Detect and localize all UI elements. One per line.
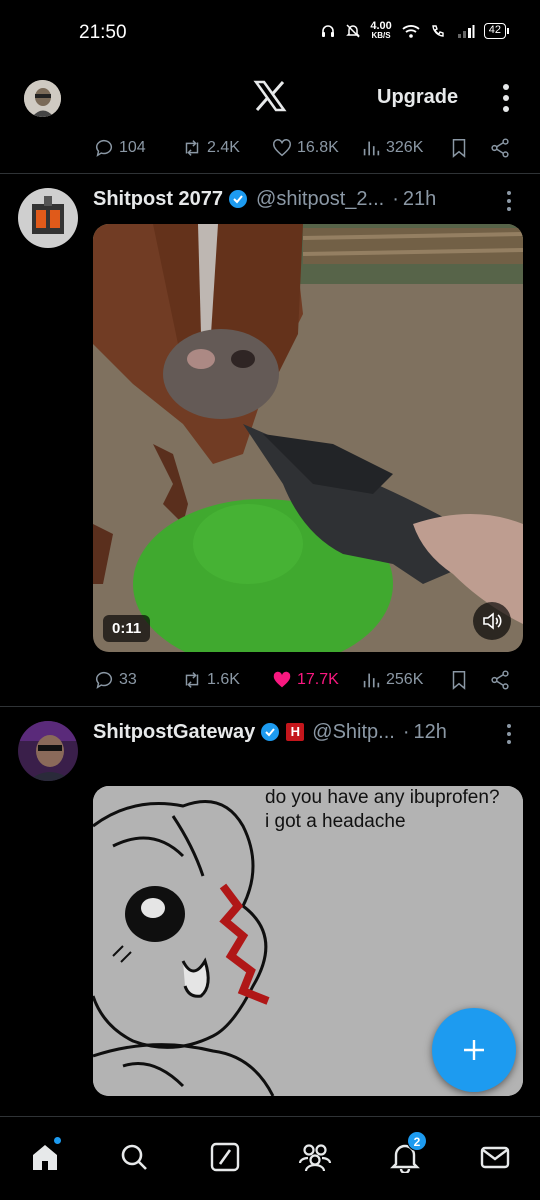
views-icon — [363, 141, 380, 156]
status-time: 21:50 — [79, 22, 127, 43]
repost-icon — [185, 672, 199, 688]
status-icons: 4.00 KB/S 42 — [320, 20, 510, 41]
profile-avatar[interactable] — [24, 80, 61, 117]
bookmark-icon — [452, 671, 466, 690]
tweet-more-icon[interactable] — [504, 723, 514, 745]
speaker-icon — [483, 612, 502, 630]
tweet-actions: 33 1.6K 17.7K 256K — [93, 666, 523, 694]
reply-count: 104 — [119, 139, 146, 156]
tweet-author-avatar[interactable] — [18, 188, 78, 248]
wifi-call-icon — [431, 25, 444, 37]
notifications-badge: 2 — [407, 1131, 427, 1151]
battery-indicator: 42 — [483, 23, 510, 39]
bell-off-icon — [346, 24, 361, 38]
author-display-name[interactable]: Shitpost 2077 — [93, 188, 223, 211]
views-count: 256K — [386, 671, 424, 688]
reply-button[interactable]: 104 — [93, 137, 146, 159]
views-icon — [363, 673, 380, 688]
wifi-icon — [402, 25, 420, 38]
mail-icon — [480, 1146, 510, 1169]
signal-icon — [457, 25, 475, 38]
headset-icon — [322, 25, 335, 37]
x-logo-icon[interactable] — [252, 78, 288, 114]
share-button[interactable] — [489, 137, 511, 159]
bottom-navigation: 2 — [0, 1116, 540, 1200]
repost-icon — [185, 140, 199, 156]
affiliate-badge[interactable]: H — [286, 723, 305, 741]
grok-icon — [210, 1142, 240, 1172]
nav-communities[interactable] — [297, 1139, 333, 1175]
repost-count: 1.6K — [207, 671, 240, 688]
repost-count: 2.4K — [207, 139, 240, 156]
tweet-more-icon[interactable] — [504, 190, 514, 212]
previous-tweet-actions: 104 2.4K 16.8K 326K — [93, 134, 523, 162]
like-button[interactable]: 17.7K — [271, 669, 339, 691]
nav-grok[interactable] — [207, 1139, 243, 1175]
repost-button[interactable]: 2.4K — [181, 137, 240, 159]
author-avatar-image — [18, 188, 78, 248]
author-avatar-image — [18, 721, 78, 781]
home-icon — [33, 1145, 57, 1170]
share-icon — [491, 138, 509, 158]
volume-button[interactable] — [473, 602, 511, 640]
share-button[interactable] — [489, 669, 511, 691]
author-display-name[interactable]: ShitpostGateway — [93, 721, 255, 744]
views-count: 326K — [386, 139, 424, 156]
tweet-header: Shitpost 2077 @shitpost_2... · 21h — [93, 185, 436, 213]
nav-notifications[interactable]: 2 — [387, 1131, 427, 1175]
network-speed-unit: KB/S — [371, 31, 391, 40]
reply-icon — [95, 671, 112, 689]
tweet-time[interactable]: 21h — [403, 188, 436, 211]
reply-icon — [95, 139, 112, 157]
video-duration: 0:11 — [103, 615, 151, 642]
upgrade-button[interactable]: Upgrade — [377, 86, 458, 109]
verified-badge-icon — [229, 190, 248, 208]
meme-caption-line2: i got a headache — [265, 811, 406, 832]
author-handle[interactable]: @shitpost_2... — [256, 188, 384, 211]
network-speed: 4.00 KB/S — [370, 20, 392, 41]
tweet-header: ShitpostGateway H @Shitp... · 12h — [93, 718, 447, 746]
meme-caption-line1: do you have any ibuprofen? — [265, 787, 500, 808]
reply-button[interactable]: 33 — [93, 669, 137, 691]
share-icon — [491, 670, 509, 690]
plus-icon — [464, 1040, 484, 1060]
repost-button[interactable]: 1.6K — [181, 669, 240, 691]
heart-icon — [273, 139, 291, 157]
tweet-time[interactable]: 12h — [414, 721, 447, 744]
status-bar: 21:50 4.00 KB/S 42 — [0, 0, 540, 64]
tweet-divider — [0, 173, 540, 174]
like-count: 16.8K — [297, 139, 339, 156]
reply-count: 33 — [119, 671, 137, 688]
nav-home[interactable] — [27, 1137, 63, 1175]
separator-dot: · — [402, 720, 410, 743]
profile-avatar-image — [24, 80, 61, 117]
nav-search[interactable] — [116, 1139, 152, 1175]
views-button[interactable]: 256K — [360, 669, 423, 691]
verified-badge-icon — [261, 723, 280, 741]
bookmark-button[interactable] — [448, 137, 470, 159]
communities-icon — [298, 1144, 332, 1172]
tweet-author-avatar[interactable] — [18, 721, 78, 781]
network-speed-value: 4.00 — [370, 20, 392, 32]
like-button[interactable]: 16.8K — [271, 137, 339, 159]
tweet-video[interactable]: 0:11 — [93, 224, 523, 652]
tweet-divider — [0, 706, 540, 707]
app-header: Upgrade — [0, 64, 540, 130]
separator-dot: · — [392, 187, 399, 210]
heart-filled-icon — [273, 671, 291, 688]
meme-caption: do you have any ibuprofen? i got a heada… — [265, 786, 500, 834]
bookmark-icon — [452, 139, 466, 158]
video-frame — [93, 224, 523, 652]
compose-post-button[interactable] — [432, 1008, 516, 1092]
bookmark-button[interactable] — [448, 669, 470, 691]
like-count: 17.7K — [297, 671, 339, 688]
search-icon — [121, 1144, 147, 1170]
author-handle[interactable]: @Shitp... — [312, 721, 395, 744]
home-new-dot — [54, 1137, 61, 1144]
more-vertical-icon[interactable] — [500, 82, 512, 114]
views-button[interactable]: 326K — [360, 137, 423, 159]
nav-messages[interactable] — [477, 1139, 513, 1175]
